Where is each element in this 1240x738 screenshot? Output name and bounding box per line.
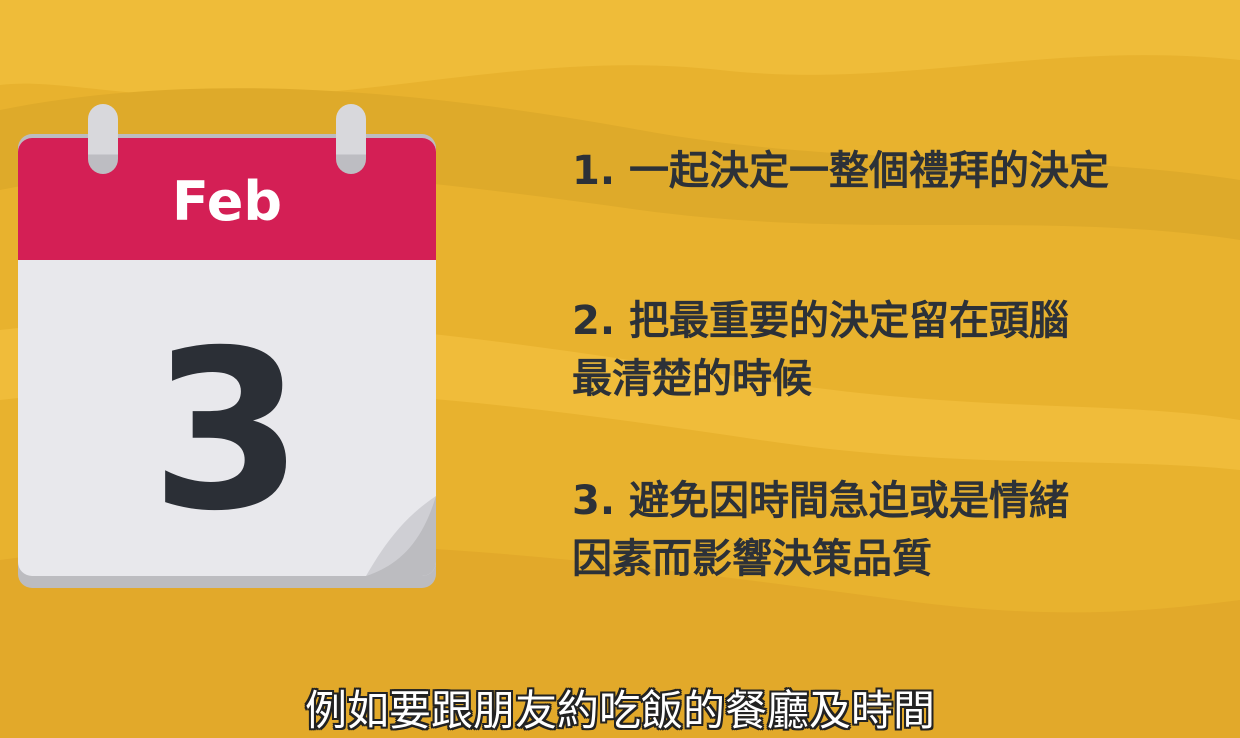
point-item-3: 3. 避免因時間急迫或是情緒 因素而影響決策品質 xyxy=(572,478,1069,582)
video-subtitle: 例如要跟朋友約吃飯的餐廳及時間 xyxy=(304,686,935,735)
slide-scene: Feb 3 1. 一起決定一整個禮拜的決定 2. 把最重要的決定留在頭腦 最清楚… xyxy=(0,0,1240,738)
calendar-ring-right xyxy=(336,104,366,174)
point-item-1: 1. 一起決定一整個禮拜的決定 xyxy=(572,148,1109,194)
calendar-page: Feb 3 xyxy=(18,138,436,576)
point-item-2: 2. 把最重要的決定留在頭腦 最清楚的時候 xyxy=(572,298,1069,402)
page-curl-icon xyxy=(366,496,436,576)
calendar-ring-left xyxy=(88,104,118,174)
calendar-month: Feb xyxy=(172,170,282,233)
calendar-icon: Feb 3 xyxy=(18,104,436,588)
